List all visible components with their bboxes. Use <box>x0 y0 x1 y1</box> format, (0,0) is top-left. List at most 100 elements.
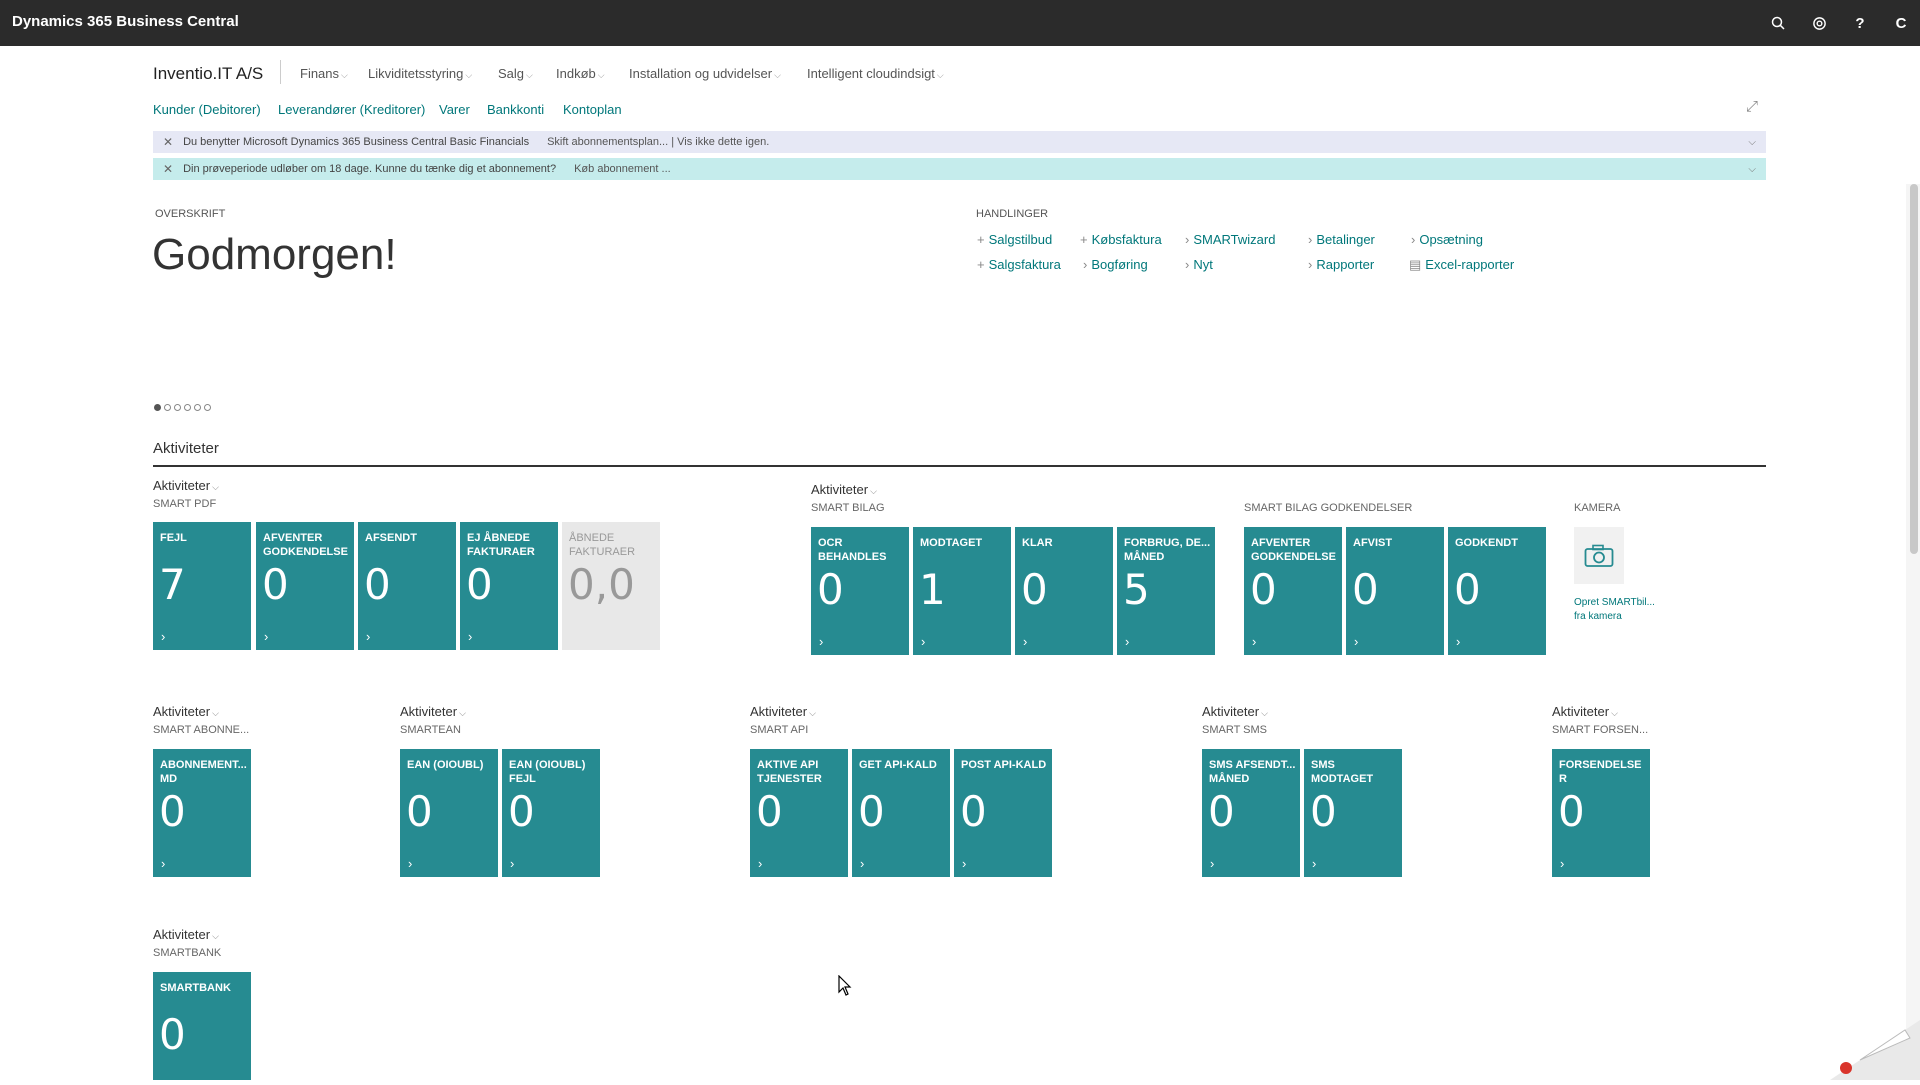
carousel-dots[interactable] <box>154 404 211 411</box>
menu-indkob[interactable]: Indkøb ⌵ <box>556 66 605 81</box>
tile-abonnement-md[interactable]: ABONNEMENT... MD 0 › <box>153 749 251 877</box>
tile-aktive-api-tjenester[interactable]: AKTIVE API TJENESTER 0 › <box>750 749 848 877</box>
action-excel-rapporter[interactable]: ▤ Excel-rapporter <box>1409 257 1514 273</box>
chevron-right-icon: › <box>1023 634 1028 649</box>
carousel-dot[interactable] <box>154 404 161 411</box>
close-icon[interactable]: ✕ <box>163 135 173 149</box>
tile-fejl[interactable]: FEJL 7 › <box>153 522 251 650</box>
group-title[interactable]: Aktiviteter ⌵ <box>153 478 219 493</box>
scrollbar-thumb[interactable] <box>1910 184 1918 554</box>
chevron-down-icon[interactable]: ⌵ <box>1748 164 1756 175</box>
chevron-down-icon: ⌵ <box>212 708 219 718</box>
help-icon[interactable]: ? <box>1847 10 1873 36</box>
chevron-down-icon: ⌵ <box>597 70 605 80</box>
tile-smartbank[interactable]: SMARTBANK 0 <box>153 972 251 1080</box>
group-title[interactable]: Aktiviteter ⌵ <box>750 704 816 719</box>
activities-title: Aktiviteter <box>153 440 219 457</box>
group-title[interactable]: Aktiviteter ⌵ <box>153 927 219 942</box>
nav-kontoplan[interactable]: Kontoplan <box>563 102 622 117</box>
tile-ocr-behandles[interactable]: OCR BEHANDLES 0 › <box>811 527 909 655</box>
app-title[interactable]: Dynamics 365 Business Central <box>12 13 239 30</box>
camera-action-link[interactable]: Opret SMARTbil... fra kamera <box>1574 596 1664 624</box>
chevron-right-icon: › <box>468 629 473 644</box>
tile-modtaget[interactable]: MODTAGET 1 › <box>913 527 1011 655</box>
expand-icon[interactable]: ⤢ <box>1746 98 1758 115</box>
action-betalinger[interactable]: › Betalinger <box>1308 232 1375 247</box>
tile-abnede-fakturaer[interactable]: ÅBNEDE FAKTURAER 0,0 <box>562 522 660 650</box>
chevron-down-icon: ⌵ <box>1261 708 1268 718</box>
tile-post-api-kald[interactable]: POST API-KALD 0 › <box>954 749 1052 877</box>
nav-leverandorer[interactable]: Leverandører (Kreditorer) <box>278 102 425 117</box>
nav-bankkonti[interactable]: Bankkonti <box>487 102 544 117</box>
chevron-right-icon: › <box>1312 856 1317 871</box>
tile-sms-afsendt[interactable]: SMS AFSENDT... MÅNED 0 › <box>1202 749 1300 877</box>
tile-ean-oioubl[interactable]: EAN (OIOUBL) 0 › <box>400 749 498 877</box>
chevron-right-icon: › <box>1411 232 1416 247</box>
action-nyt[interactable]: › Nyt <box>1185 257 1213 272</box>
corner-watermark-icon <box>1810 1000 1920 1080</box>
tile-afventer-godkendelse[interactable]: AFVENTER GODKENDELSE 0 › <box>256 522 354 650</box>
group-title[interactable]: Aktiviteter ⌵ <box>811 482 877 497</box>
notification-link[interactable]: Skift abonnementsplan... | Vis ikke dett… <box>547 136 769 148</box>
carousel-dot[interactable] <box>184 404 191 411</box>
group-subtitle: SMARTEAN <box>400 724 461 736</box>
group-subtitle: KAMERA <box>1574 502 1621 514</box>
close-icon[interactable]: ✕ <box>163 162 173 176</box>
tile-afventer-godkendelse[interactable]: AFVENTER GODKENDELSE 0 › <box>1244 527 1342 655</box>
action-opsaetning[interactable]: › Opsætning <box>1411 232 1483 247</box>
chevron-right-icon: › <box>1456 634 1461 649</box>
group-title[interactable]: Aktiviteter ⌵ <box>153 704 219 719</box>
group-subtitle: SMART PDF <box>153 498 217 510</box>
settings-icon[interactable] <box>1806 10 1832 36</box>
menu-cloudindsigt[interactable]: Intelligent cloudindsigt ⌵ <box>807 66 944 81</box>
action-salgstilbud[interactable]: + Salgstilbud <box>977 232 1052 247</box>
chevron-right-icon: › <box>1185 257 1190 272</box>
top-bar: Dynamics 365 Business Central ? C <box>0 0 1920 46</box>
company-name[interactable]: Inventio.IT A/S <box>153 64 263 84</box>
chevron-right-icon: › <box>921 634 926 649</box>
action-bogforing[interactable]: › Bogføring <box>1083 257 1148 272</box>
action-smartwizard[interactable]: › SMARTwizard <box>1185 232 1275 247</box>
menu-finans[interactable]: Finans ⌵ <box>300 66 348 81</box>
tile-afsendt[interactable]: AFSENDT 0 › <box>358 522 456 650</box>
tile-sms-modtaget[interactable]: SMS MODTAGET 0 › <box>1304 749 1402 877</box>
group-title[interactable]: Aktiviteter ⌵ <box>1202 704 1268 719</box>
nav-varer[interactable]: Varer <box>439 102 470 117</box>
carousel-dot[interactable] <box>164 404 171 411</box>
nav-kunder[interactable]: Kunder (Debitorer) <box>153 102 261 117</box>
chevron-right-icon: › <box>962 856 967 871</box>
chevron-down-icon: ⌵ <box>1611 708 1618 718</box>
chevron-down-icon: ⌵ <box>459 708 466 718</box>
action-kobsfaktura[interactable]: + Købsfaktura <box>1080 232 1162 247</box>
chevron-right-icon: › <box>408 856 413 871</box>
menu-installation[interactable]: Installation og udvidelser ⌵ <box>629 66 781 81</box>
tile-klar[interactable]: KLAR 0 › <box>1015 527 1113 655</box>
tile-get-api-kald[interactable]: GET API-KALD 0 › <box>852 749 950 877</box>
action-salgsfaktura[interactable]: + Salgsfaktura <box>977 257 1061 272</box>
notification-link[interactable]: Køb abonnement ... <box>574 163 671 175</box>
tile-forbrug-maned[interactable]: FORBRUG, DE... MÅNED 5 › <box>1117 527 1215 655</box>
tile-ej-abnede-fakturaer[interactable]: EJ ÅBNEDE FAKTURAER 0 › <box>460 522 558 650</box>
chevron-down-icon[interactable]: ⌵ <box>1748 137 1756 148</box>
carousel-dot[interactable] <box>174 404 181 411</box>
tile-afvist[interactable]: AFVIST 0 › <box>1346 527 1444 655</box>
carousel-dot[interactable] <box>204 404 211 411</box>
mouse-cursor-icon <box>838 974 852 1002</box>
menu-salg[interactable]: Salg ⌵ <box>498 66 533 81</box>
tile-forsendelser[interactable]: FORSENDELSE R 0 › <box>1552 749 1650 877</box>
user-avatar[interactable]: C <box>1888 10 1914 36</box>
chevron-down-icon: ⌵ <box>809 708 816 718</box>
group-title[interactable]: Aktiviteter ⌵ <box>1552 704 1618 719</box>
action-rapporter[interactable]: › Rapporter <box>1308 257 1374 272</box>
tile-ean-oioubl-fejl[interactable]: EAN (OIOUBL) FEJL 0 › <box>502 749 600 877</box>
header-divider <box>280 60 281 84</box>
camera-icon[interactable] <box>1574 527 1624 584</box>
tile-godkendt[interactable]: GODKENDT 0 › <box>1448 527 1546 655</box>
carousel-dot[interactable] <box>194 404 201 411</box>
chevron-right-icon: › <box>1083 257 1088 272</box>
menu-likviditet[interactable]: Likviditetsstyring ⌵ <box>368 66 472 81</box>
search-icon[interactable] <box>1765 10 1791 36</box>
group-title[interactable]: Aktiviteter ⌵ <box>400 704 466 719</box>
chevron-right-icon: › <box>819 634 824 649</box>
group-subtitle: SMART ABONNE... <box>153 724 250 736</box>
